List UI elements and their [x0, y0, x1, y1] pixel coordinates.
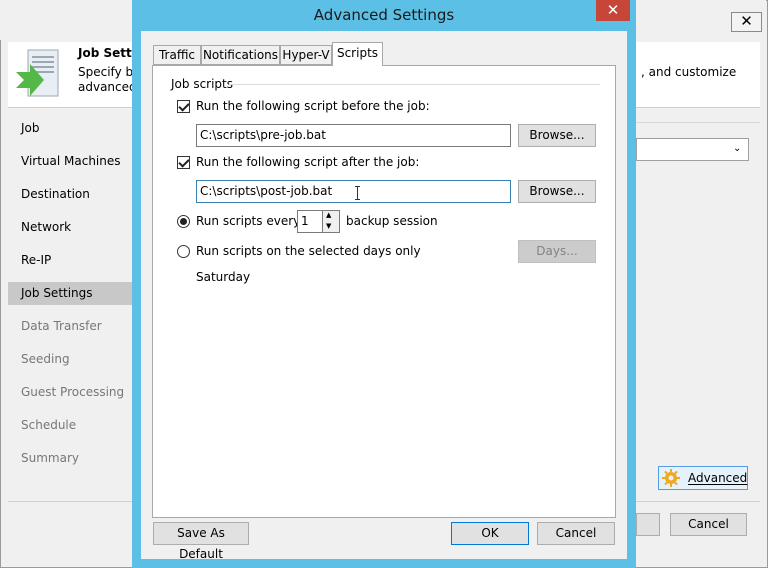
step-network[interactable]: Network — [8, 216, 132, 239]
step-destination[interactable]: Destination — [8, 183, 132, 206]
wizard-panel-divider — [636, 122, 760, 123]
wizard-description-right: , and customize — [641, 65, 737, 79]
days-button: Days... — [518, 240, 596, 263]
job-scripts-group-label: Job scripts — [171, 77, 234, 91]
stepper-up-icon[interactable]: ▲ — [326, 211, 331, 219]
run-every-label: Run scripts every — [196, 214, 301, 228]
dialog-frame — [132, 31, 141, 568]
step-guest-processing: Guest Processing — [21, 385, 125, 399]
before-job-checkbox[interactable] — [177, 100, 190, 113]
job-settings-icon — [16, 49, 59, 97]
text-cursor-icon — [355, 186, 360, 200]
dialog-title: Advanced Settings — [313, 6, 455, 24]
tab-traffic[interactable]: Traffic — [153, 45, 201, 65]
wizard-close-button[interactable]: ✕ — [731, 12, 762, 32]
browse-pre-job-button[interactable]: Browse... — [518, 124, 596, 147]
advanced-button-label: Advanced — [688, 471, 748, 485]
backup-session-label: backup session — [346, 214, 438, 228]
save-as-default-button[interactable]: Save As Default — [153, 522, 249, 561]
tab-hyper-v[interactable]: Hyper-V — [280, 45, 332, 65]
step-job-settings[interactable]: Job Settings — [8, 282, 132, 305]
gear-icon — [662, 469, 680, 487]
browse-post-job-button[interactable]: Browse... — [518, 180, 596, 203]
step-schedule: Schedule — [21, 418, 77, 432]
run-days-radio[interactable] — [177, 245, 190, 258]
wizard-cancel-button[interactable]: Cancel — [670, 513, 747, 536]
stepper-down-icon[interactable]: ▼ — [326, 222, 331, 230]
step-re-ip[interactable]: Re-IP — [8, 249, 132, 272]
step-job[interactable]: Job — [8, 117, 132, 140]
dialog-close-button[interactable]: ✕ — [596, 0, 630, 21]
step-summary: Summary — [21, 451, 79, 465]
pre-job-script-input[interactable]: C:\scripts\pre-job.bat — [196, 124, 511, 147]
before-job-label: Run the following script before the job: — [196, 99, 430, 113]
step-data-transfer: Data Transfer — [21, 319, 102, 333]
post-job-script-input[interactable]: C:\scripts\post-job.bat — [196, 180, 511, 203]
backup-session-count-input[interactable]: 1 — [297, 210, 323, 233]
step-virtual-machines[interactable]: Virtual Machines — [8, 150, 132, 173]
tab-scripts[interactable]: Scripts — [332, 42, 383, 66]
selected-days-text: Saturday — [196, 270, 251, 284]
dialog-frame — [627, 31, 636, 568]
run-days-label: Run scripts on the selected days only — [196, 244, 421, 258]
step-seeding: Seeding — [21, 352, 70, 366]
after-job-label: Run the following script after the job: — [196, 155, 420, 169]
run-every-radio[interactable] — [177, 215, 190, 228]
tab-notifications[interactable]: Notifications — [201, 45, 280, 65]
after-job-checkbox[interactable] — [177, 156, 190, 169]
chevron-down-icon: ⌄ — [733, 143, 742, 154]
wizard-next-button[interactable] — [636, 513, 660, 536]
cancel-button[interactable]: Cancel — [537, 522, 615, 545]
group-divider — [229, 84, 600, 85]
ok-button[interactable]: OK — [451, 522, 529, 545]
